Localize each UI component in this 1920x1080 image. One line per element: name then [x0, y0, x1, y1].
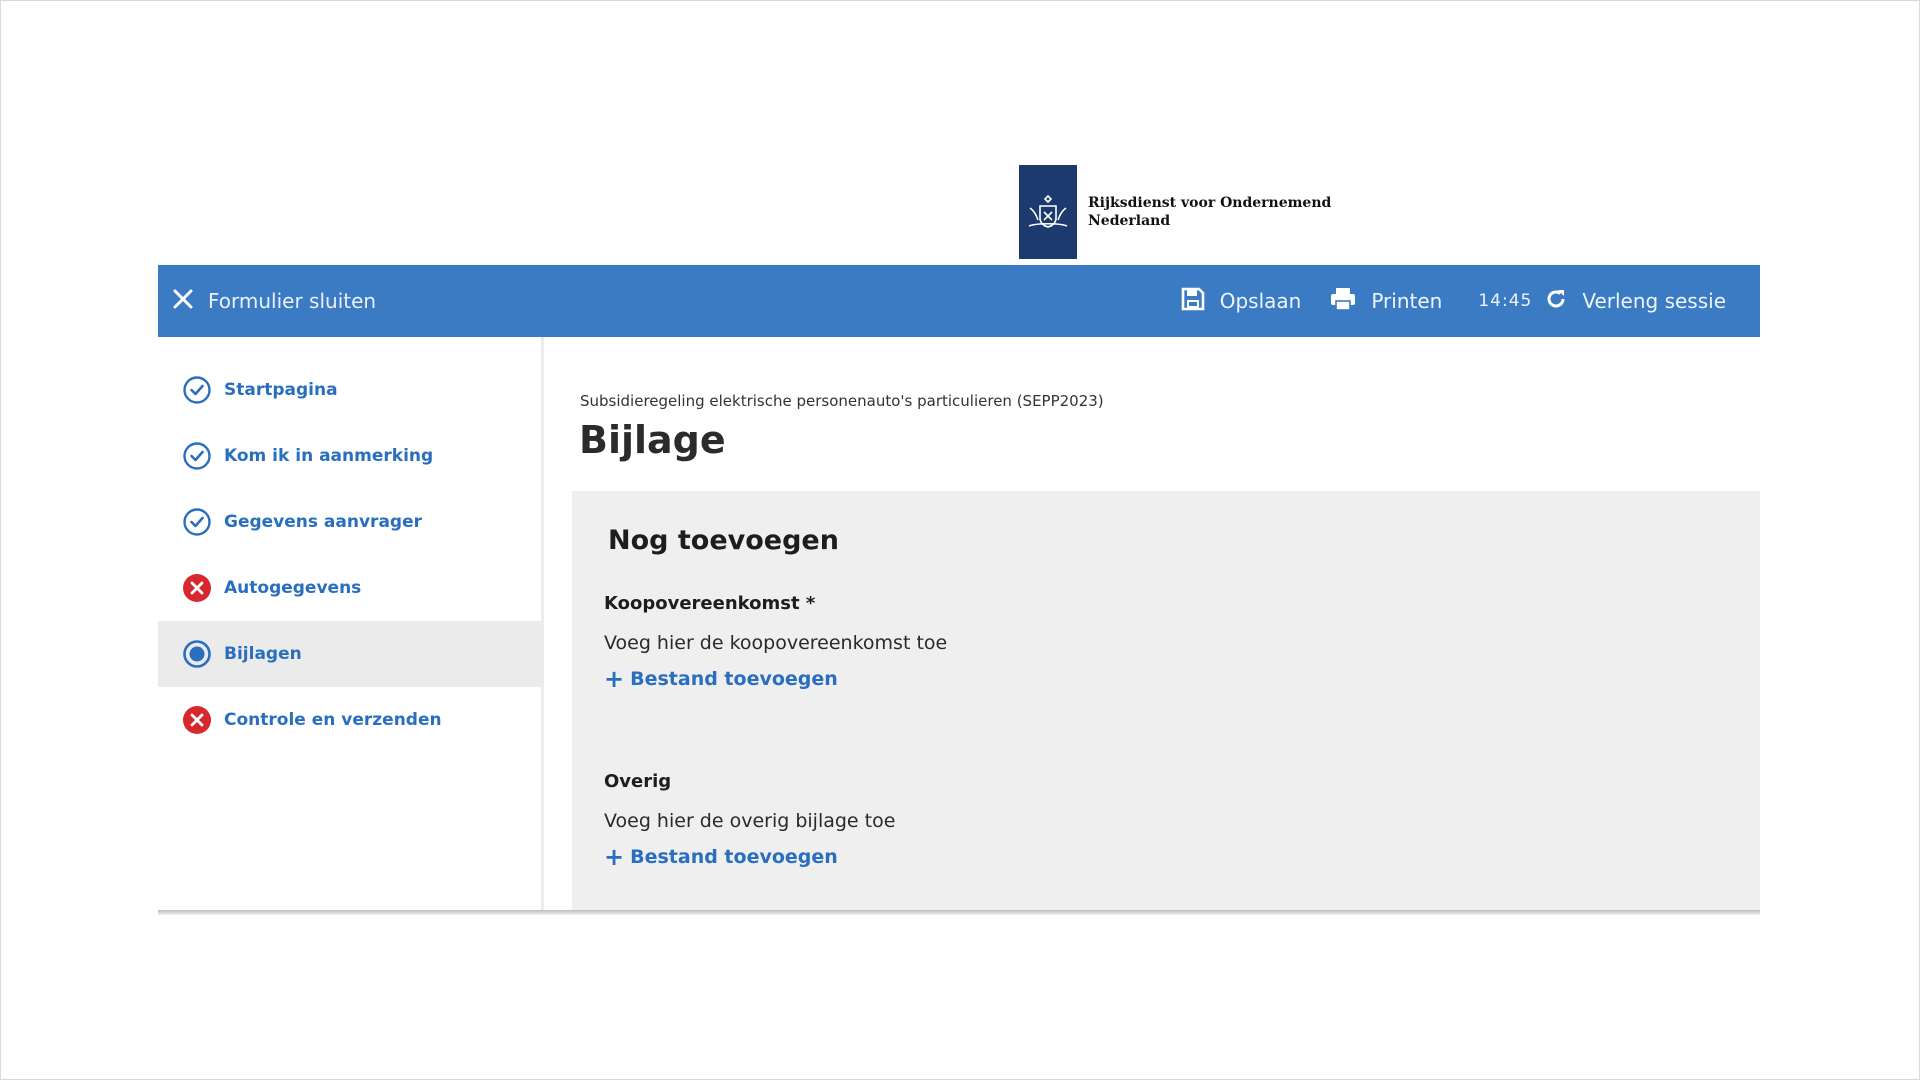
- nav-item-controle-en-verzenden[interactable]: Controle en verzenden: [158, 687, 541, 753]
- error-circle-icon: [182, 573, 212, 603]
- regulation-subtitle: Subsidieregeling elektrische personenaut…: [580, 392, 1104, 410]
- step-navigation: Startpagina Kom ik in aanmerking Gegeven…: [158, 337, 544, 911]
- nav-item-label: Startpagina: [224, 380, 338, 400]
- plus-icon: +: [604, 665, 625, 693]
- add-file-label: Bestand toevoegen: [630, 668, 838, 690]
- add-file-koopovereenkomst-button[interactable]: + Bestand toevoegen: [604, 667, 838, 691]
- error-circle-icon: [182, 705, 212, 735]
- attachments-panel: Nog toevoegen Koopovereenkomst * Voeg hi…: [572, 491, 1760, 911]
- form-toolbar: Formulier sluiten Opslaan Printen 14:45 …: [158, 265, 1760, 337]
- print-label: Printen: [1371, 289, 1443, 313]
- check-circle-icon: [182, 375, 212, 405]
- add-file-overig-button[interactable]: + Bestand toevoegen: [604, 845, 838, 869]
- field-label-overig: Overig: [604, 771, 672, 792]
- nav-item-label: Bijlagen: [224, 644, 302, 664]
- rvo-logo: Rijksdienst voor Ondernemend Nederland: [1019, 165, 1331, 259]
- save-button[interactable]: Opslaan: [1180, 286, 1302, 316]
- printer-icon: [1329, 286, 1357, 316]
- nav-item-gegevens-aanvrager[interactable]: Gegevens aanvrager: [158, 489, 541, 555]
- nav-item-label: Gegevens aanvrager: [224, 512, 422, 532]
- field-label-koopovereenkomst: Koopovereenkomst *: [604, 593, 816, 614]
- nav-item-startpagina[interactable]: Startpagina: [158, 357, 541, 423]
- nav-item-label: Kom ik in aanmerking: [224, 446, 434, 466]
- save-label: Opslaan: [1219, 289, 1302, 313]
- check-circle-icon: [182, 441, 212, 471]
- session-timer: 14:45: [1478, 291, 1533, 311]
- panel-title: Nog toevoegen: [608, 525, 839, 556]
- nav-item-label: Autogegevens: [224, 578, 362, 598]
- refresh-icon: [1544, 287, 1568, 315]
- nav-item-bijlagen[interactable]: Bijlagen: [158, 621, 541, 687]
- nav-item-kom-ik-in-aanmerking[interactable]: Kom ik in aanmerking: [158, 423, 541, 489]
- coat-of-arms-icon: [1019, 165, 1077, 259]
- add-file-label: Bestand toevoegen: [630, 846, 838, 868]
- close-icon: [172, 288, 194, 314]
- nav-item-label: Controle en verzenden: [224, 710, 442, 730]
- nav-item-autogegevens[interactable]: Autogegevens: [158, 555, 541, 621]
- close-form-button[interactable]: Formulier sluiten: [172, 288, 376, 314]
- rvo-logo-text: Rijksdienst voor Ondernemend Nederland: [1088, 194, 1331, 230]
- toolbar-actions: Opslaan Printen 14:45 Verleng sessie: [1180, 286, 1726, 316]
- plus-icon: +: [604, 843, 625, 871]
- print-button[interactable]: Printen: [1329, 286, 1442, 316]
- save-icon: [1180, 286, 1206, 316]
- logo-line-2: Nederland: [1088, 213, 1171, 229]
- field-description-koopovereenkomst: Voeg hier de koopovereenkomst toe: [604, 632, 948, 654]
- check-circle-icon: [182, 507, 212, 537]
- current-step-icon: [182, 639, 212, 669]
- content-bottom-edge: [158, 910, 1760, 915]
- extend-session-label: Verleng sessie: [1582, 289, 1726, 313]
- page-title: Bijlage: [579, 418, 726, 462]
- logo-line-1: Rijksdienst voor Ondernemend: [1088, 195, 1332, 211]
- close-form-label: Formulier sluiten: [208, 289, 377, 313]
- extend-session-button[interactable]: Verleng sessie: [1544, 287, 1726, 315]
- field-description-overig: Voeg hier de overig bijlage toe: [604, 810, 896, 832]
